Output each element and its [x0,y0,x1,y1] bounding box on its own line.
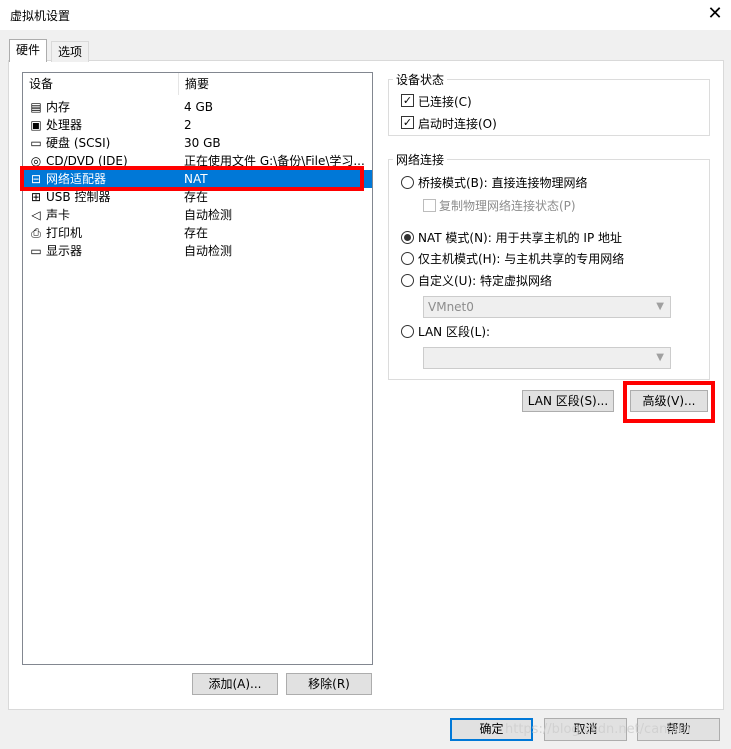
usb-icon: ⊞ [30,190,42,204]
custom-network-select[interactable]: VMnet0 ▼ [423,296,671,318]
nat-label[interactable]: NAT 模式(N): 用于共享主机的 IP 地址 [418,229,622,246]
host-only-label[interactable]: 仅主机模式(H): 与主机共享的专用网络 [418,250,624,267]
device-name: 处理器 [46,118,83,132]
host-only-radio[interactable] [401,252,414,265]
replicate-checkbox[interactable] [423,199,436,212]
device-name: 内存 [46,100,71,114]
custom-network-value: VMnet0 [428,300,474,314]
watermark: https://blog.csdn.net/cansun [505,722,691,737]
custom-label[interactable]: 自定义(U): 特定虚拟网络 [418,272,552,289]
display-icon: ▭ [30,244,42,258]
device-summary: 2 [184,118,192,132]
device-row-sound[interactable]: ◁ 声卡 自动检测 [23,206,372,224]
connected-checkbox[interactable]: ✓ [401,94,414,107]
bridged-radio[interactable] [401,176,414,189]
chevron-down-icon: ▼ [656,301,664,312]
printer-icon: ⎙ [31,226,41,240]
lan-segment-radio[interactable] [401,325,414,338]
highlight-advanced-button [623,381,715,423]
sound-icon: ◁ [31,208,41,222]
connect-at-power-on-label[interactable]: 启动时连接(O) [418,115,497,132]
harddisk-icon: ▭ [30,136,42,150]
title-bar [0,0,731,30]
close-icon[interactable]: ✕ [704,3,726,25]
memory-icon: ▤ [30,100,42,114]
device-summary: 自动检测 [184,208,233,222]
connect-at-power-on-checkbox[interactable]: ✓ [401,116,414,129]
device-name: 显示器 [46,244,83,258]
device-name: 声卡 [46,208,71,222]
device-row-processor[interactable]: ▣ 处理器 2 [23,116,372,134]
device-summary: 自动检测 [184,244,233,258]
device-summary: 30 GB [184,136,221,150]
nat-radio[interactable] [401,231,414,244]
device-row-harddisk[interactable]: ▭ 硬盘 (SCSI) 30 GB [23,134,372,152]
chevron-down-icon: ▼ [656,352,664,363]
lan-segment-label[interactable]: LAN 区段(L): [418,323,490,340]
device-row-display[interactable]: ▭ 显示器 自动检测 [23,242,372,260]
processor-icon: ▣ [30,118,42,132]
device-row-memory[interactable]: ▤ 内存 4 GB [23,98,372,116]
device-status-title: 设备状态 [393,71,448,88]
device-summary: 存在 [184,226,209,240]
device-list[interactable]: 设备 摘要 ▤ 内存 4 GB ▣ 处理器 2 ▭ 硬盘 (SCSI) 30 G… [22,72,373,665]
bridged-label[interactable]: 桥接模式(B): 直接连接物理网络 [418,174,587,191]
highlight-network-row [20,166,364,191]
connected-label[interactable]: 已连接(C) [418,93,472,110]
custom-radio[interactable] [401,274,414,287]
tab-hardware[interactable]: 硬件 [9,39,48,62]
network-connection-title: 网络连接 [393,151,448,168]
column-header-device[interactable]: 设备 [23,73,179,95]
window-title: 虚拟机设置 [10,9,71,23]
tab-options[interactable]: 选项 [51,41,90,62]
device-row-printer[interactable]: ⎙ 打印机 存在 [23,224,372,242]
column-header-summary[interactable]: 摘要 [179,73,371,95]
device-summary: 4 GB [184,100,213,114]
add-button[interactable]: 添加(A)... [192,673,278,695]
lan-segments-button[interactable]: LAN 区段(S)... [522,390,614,412]
device-name: 打印机 [46,226,83,240]
lan-segment-select[interactable]: ▼ [423,347,671,369]
replicate-label[interactable]: 复制物理网络连接状态(P) [439,197,576,214]
remove-button[interactable]: 移除(R) [286,673,372,695]
device-name: 硬盘 (SCSI) [46,136,111,150]
